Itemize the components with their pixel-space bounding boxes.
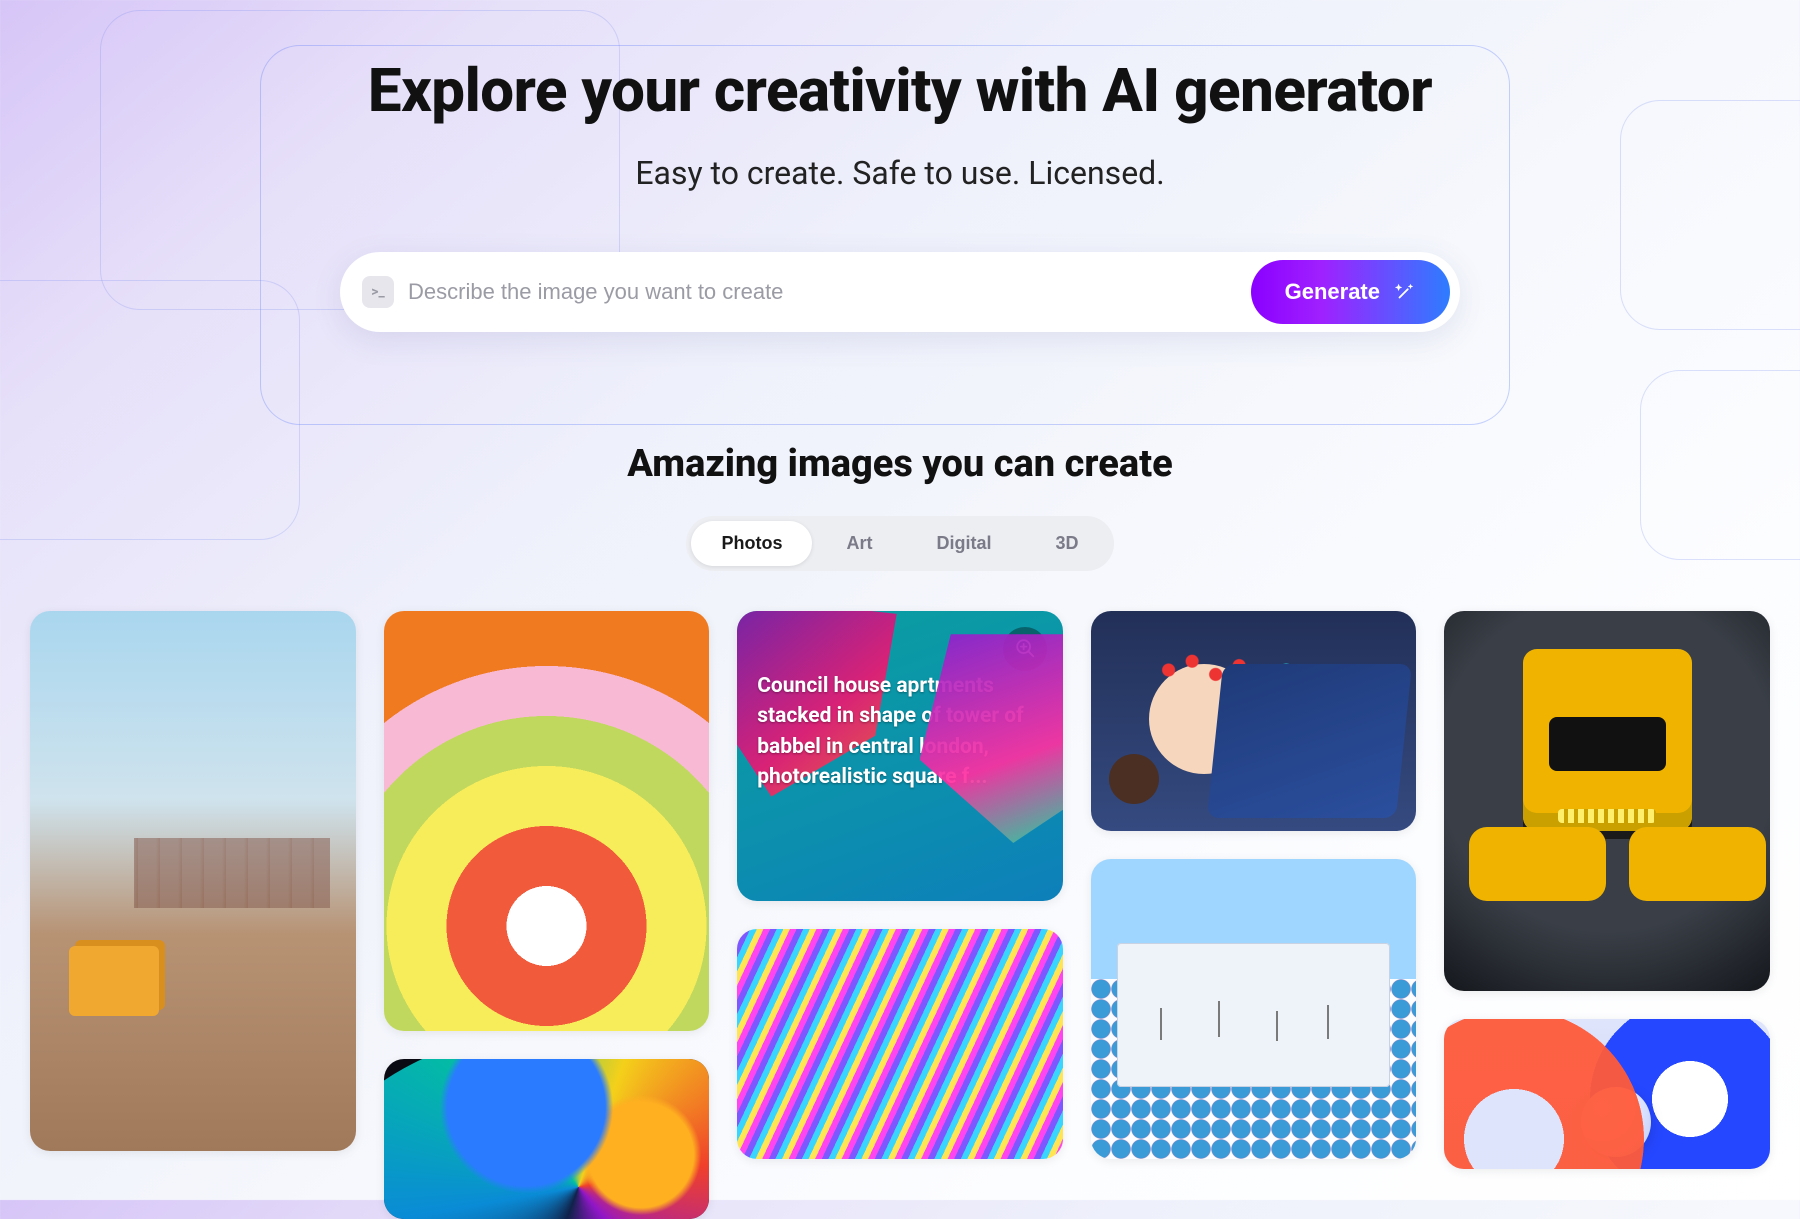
- hero-title: Explore your creativity with AI generato…: [0, 55, 1800, 126]
- tab-3d[interactable]: 3D: [1026, 521, 1109, 566]
- grid-column: [30, 611, 356, 1151]
- gallery-card[interactable]: [30, 611, 356, 1151]
- category-tabs: Photos Art Digital 3D: [686, 516, 1113, 571]
- gallery-card[interactable]: [384, 611, 710, 1031]
- tab-art[interactable]: Art: [816, 521, 902, 566]
- tab-digital[interactable]: Digital: [906, 521, 1021, 566]
- grid-column: [1444, 611, 1770, 1169]
- gallery-card[interactable]: [1444, 611, 1770, 991]
- prompt-bar: >_ Generate: [340, 252, 1460, 332]
- prompt-icon: >_: [362, 276, 394, 308]
- gallery-card[interactable]: [384, 1059, 710, 1219]
- gallery-section: Amazing images you can create Photos Art…: [0, 442, 1800, 1219]
- thumbnail-iridescent-waves: [737, 929, 1063, 1159]
- hero-section: Explore your creativity with AI generato…: [0, 0, 1800, 332]
- gallery-card[interactable]: [1091, 611, 1417, 831]
- magnify-plus-icon: [1014, 637, 1036, 662]
- generate-button-label: Generate: [1285, 279, 1380, 305]
- thumbnail-3d-shapes: [1444, 1019, 1770, 1169]
- thumbnail-construction-site: [30, 611, 356, 1151]
- tab-photos[interactable]: Photos: [691, 521, 812, 566]
- thumbnail-building-scales: [1091, 859, 1417, 1159]
- zoom-button[interactable]: [1003, 627, 1047, 671]
- gallery-card[interactable]: [1091, 859, 1417, 1159]
- grid-column: [1091, 611, 1417, 1159]
- prompt-caption: Council house aprtments stacked in shape…: [757, 671, 1043, 793]
- thumbnail-fluid-planet: [384, 1059, 710, 1219]
- prompt-input[interactable]: [408, 279, 1237, 305]
- generate-button[interactable]: Generate: [1251, 260, 1450, 324]
- gallery-heading: Amazing images you can create: [0, 442, 1800, 486]
- grid-column: [384, 611, 710, 1219]
- gallery-card[interactable]: [1444, 1019, 1770, 1169]
- hero-subtitle: Easy to create. Safe to use. Licensed.: [0, 154, 1800, 192]
- gallery-card[interactable]: [737, 929, 1063, 1159]
- image-grid: Council house aprtments stacked in shape…: [30, 611, 1770, 1219]
- grid-column: Council house aprtments stacked in shape…: [737, 611, 1063, 1159]
- gallery-card-hovered[interactable]: Council house aprtments stacked in shape…: [737, 611, 1063, 901]
- sparkle-icon: [1394, 281, 1416, 303]
- thumbnail-rainbow-arcs: [384, 611, 710, 1031]
- thumbnail-sleeping-character: [1091, 611, 1417, 831]
- thumbnail-yellow-robot: [1444, 611, 1770, 991]
